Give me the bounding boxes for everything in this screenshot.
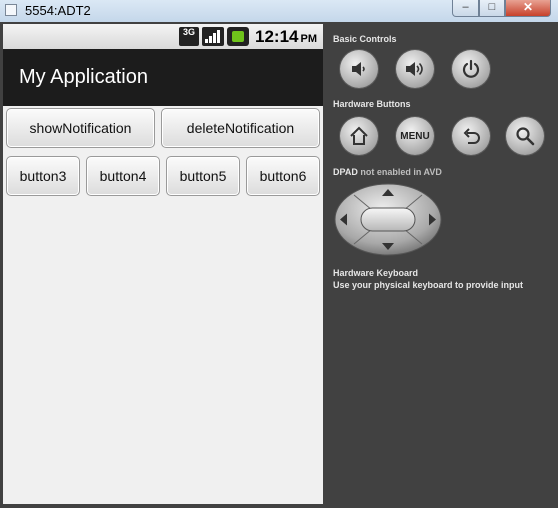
delete-notification-button[interactable]: deleteNotification (161, 108, 320, 148)
search-icon (516, 127, 535, 146)
menu-button[interactable]: MENU (396, 117, 434, 155)
volume-down-button[interactable] (340, 50, 378, 88)
minimize-button[interactable]: – (452, 0, 479, 17)
app-window-icon (5, 4, 17, 16)
network-3g-icon: 3G (179, 27, 199, 46)
dpad-note: not enabled in AVD (360, 167, 442, 177)
window-title: 5554:ADT2 (25, 3, 91, 18)
volume-up-icon (406, 62, 423, 76)
app-title-bar: My Application (3, 49, 323, 106)
dpad-label-text: DPAD (333, 167, 358, 177)
status-bar: 3G 12:14 PM (3, 24, 323, 49)
hardware-keyboard-note: Use your physical keyboard to provide in… (333, 280, 524, 290)
device-screen: 3G 12:14 PM My Application showNotificati… (3, 24, 323, 504)
back-icon (463, 128, 480, 144)
window-titlebar: 5554:ADT2 – □ ✕ (0, 0, 558, 22)
power-button[interactable] (452, 50, 490, 88)
back-button[interactable] (452, 117, 490, 155)
dpad-control[interactable] (334, 183, 442, 256)
hardware-keyboard-label: Hardware Keyboard (333, 268, 419, 278)
show-notification-button[interactable]: showNotification (6, 108, 155, 148)
signal-strength-icon (202, 27, 224, 46)
button6[interactable]: button6 (246, 156, 320, 196)
menu-button-label: MENU (400, 130, 430, 142)
button5[interactable]: button5 (166, 156, 240, 196)
home-button[interactable] (340, 117, 378, 155)
volume-down-icon (352, 62, 365, 76)
button4[interactable]: button4 (86, 156, 160, 196)
app-title: My Application (19, 66, 148, 88)
close-button[interactable]: ✕ (505, 0, 551, 17)
maximize-button[interactable]: □ (479, 0, 505, 17)
home-icon (350, 126, 368, 145)
power-icon (462, 59, 480, 78)
clock-time: 12:14 (255, 27, 299, 46)
volume-up-button[interactable] (396, 50, 434, 88)
dpad-center-button (360, 207, 416, 232)
basic-controls-label: Basic Controls (333, 34, 397, 44)
clock-ampm: PM (300, 33, 317, 45)
clock: 12:14 PM (255, 27, 317, 47)
hardware-buttons-label: Hardware Buttons (333, 99, 411, 109)
dpad-label: DPAD not enabled in AVD (333, 167, 442, 177)
button3[interactable]: button3 (6, 156, 80, 196)
search-button[interactable] (506, 117, 544, 155)
battery-icon (227, 27, 249, 46)
